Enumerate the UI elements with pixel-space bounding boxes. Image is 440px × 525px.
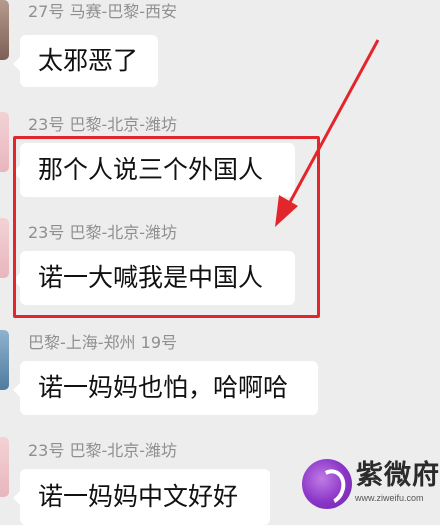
- watermark-title: 紫微府: [356, 460, 440, 491]
- watermark: 紫微府 www.ziweifu.com: [300, 455, 440, 513]
- logo-icon: [302, 459, 352, 509]
- arrow-annotation: [275, 39, 380, 227]
- watermark-url: www.ziweifu.com: [355, 493, 424, 503]
